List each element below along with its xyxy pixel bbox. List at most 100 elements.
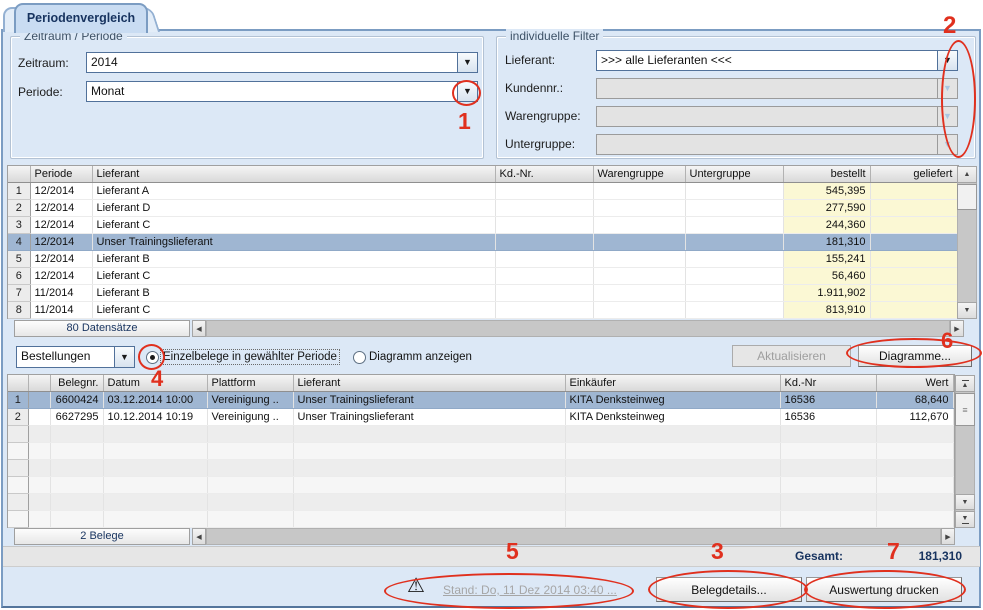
- cell-periode: 11/2014: [30, 285, 92, 302]
- tab-periodenvergleich[interactable]: Periodenvergleich: [14, 3, 148, 33]
- beleg-table-hscrollbar[interactable]: [206, 528, 941, 545]
- cell-geliefert: [870, 183, 957, 200]
- cell-wert: 68,640: [876, 392, 953, 409]
- cell-empty: [207, 426, 293, 443]
- gesamt-label: Gesamt:: [795, 549, 843, 563]
- radio-einzelbelege[interactable]: [146, 351, 159, 364]
- cell-plattform: Vereinigung ..: [207, 409, 293, 426]
- scroll-up-icon[interactable]: ▲: [957, 166, 977, 183]
- col-periode[interactable]: Periode: [30, 166, 92, 183]
- kundennr-value: [597, 79, 937, 98]
- scroll-right-icon[interactable]: ▶: [950, 320, 964, 337]
- auswertung-drucken-button[interactable]: Auswertung drucken: [806, 577, 962, 602]
- cell-sel: [28, 392, 50, 409]
- table-row-empty: [8, 511, 953, 528]
- periode-select[interactable]: Monat ▼: [86, 81, 478, 102]
- table-row[interactable]: 112/2014Lieferant A545,395: [8, 183, 957, 200]
- cell-lieferant: Lieferant C: [92, 268, 495, 285]
- cell-empty: [8, 426, 28, 443]
- col-lieferant[interactable]: Lieferant: [92, 166, 495, 183]
- lieferant-select[interactable]: >>> alle Lieferanten <<< ▼: [596, 50, 958, 71]
- cell-bestellt: 244,360: [783, 217, 870, 234]
- doc-type-select[interactable]: Bestellungen ▼: [16, 346, 135, 368]
- gesamt-value: 181,310: [898, 549, 962, 563]
- cell-kdnr: [495, 302, 593, 319]
- cell-kdnr: [495, 200, 593, 217]
- col-plattform[interactable]: Plattform: [207, 375, 293, 392]
- belegdetails-button[interactable]: Belegdetails...: [656, 577, 802, 602]
- radio-diagramm[interactable]: [353, 351, 366, 364]
- radio-diagramm-label[interactable]: Diagramm anzeigen: [367, 350, 474, 364]
- cell-sel: [28, 409, 50, 426]
- scroll-left-icon[interactable]: ◀: [192, 528, 206, 545]
- scroll-bottom-icon[interactable]: ▼: [955, 511, 975, 528]
- scroll-left-icon[interactable]: ◀: [192, 320, 206, 337]
- belege-count-badge[interactable]: 2 Belege: [14, 528, 190, 545]
- cell-untergruppe: [685, 251, 783, 268]
- cell-empty: [780, 426, 876, 443]
- col-einkaeufer[interactable]: Einkäufer: [565, 375, 780, 392]
- col-geliefert[interactable]: geliefert: [870, 166, 957, 183]
- chevron-down-icon[interactable]: ▼: [114, 347, 134, 367]
- cell-empty: [103, 477, 207, 494]
- scroll-top-icon[interactable]: ▲: [955, 375, 975, 392]
- scroll-right-icon[interactable]: ▶: [941, 528, 955, 545]
- table-row[interactable]: 2662729510.12.2014 10:19Vereinigung ..Un…: [8, 409, 953, 426]
- col-warengruppe[interactable]: Warengruppe: [593, 166, 685, 183]
- chevron-down-icon[interactable]: ▼: [457, 82, 477, 101]
- cell-geliefert: [870, 251, 957, 268]
- cell-periode: 11/2014: [30, 302, 92, 319]
- scroll-down-icon[interactable]: ▼: [955, 494, 975, 510]
- cell-einkaeufer: KITA Denksteinweg: [565, 392, 780, 409]
- period-table: Periode Lieferant Kd.-Nr. Warengruppe Un…: [7, 165, 959, 319]
- table-row[interactable]: 612/2014Lieferant C56,460: [8, 268, 957, 285]
- cell-geliefert: [870, 200, 957, 217]
- cell-empty: [876, 494, 953, 511]
- periode-value: Monat: [87, 82, 457, 101]
- diagramme-button[interactable]: Diagramme...: [858, 345, 972, 367]
- col-belegnr[interactable]: Belegnr.: [50, 375, 103, 392]
- scroll-down-icon[interactable]: ▼: [957, 302, 977, 319]
- table-row[interactable]: 1660042403.12.2014 10:00Vereinigung ..Un…: [8, 392, 953, 409]
- col-untergruppe[interactable]: Untergruppe: [685, 166, 783, 183]
- zeitraum-select[interactable]: 2014 ▼: [86, 52, 478, 73]
- cell-empty: [8, 443, 28, 460]
- table-row[interactable]: 312/2014Lieferant C244,360: [8, 217, 957, 234]
- cell-empty: [876, 426, 953, 443]
- cell-geliefert: [870, 268, 957, 285]
- cell-untergruppe: [685, 268, 783, 285]
- col-kdnr[interactable]: Kd.-Nr.: [495, 166, 593, 183]
- cell-empty: [565, 511, 780, 528]
- cell-lieferant: Unser Trainingslieferant: [92, 234, 495, 251]
- vscroll-thumb[interactable]: ≡: [955, 393, 975, 426]
- cell-lieferant: Lieferant D: [92, 200, 495, 217]
- cell-lieferant: Unser Trainingslieferant: [293, 409, 565, 426]
- cell-empty: [50, 460, 103, 477]
- cell-num: 2: [8, 200, 30, 217]
- col-wert[interactable]: Wert: [876, 375, 953, 392]
- col-lieferant[interactable]: Lieferant: [293, 375, 565, 392]
- table-row[interactable]: 412/2014Unser Trainingslieferant181,310: [8, 234, 957, 251]
- table-row[interactable]: 811/2014Lieferant C813,910: [8, 302, 957, 319]
- cell-empty: [103, 494, 207, 511]
- chevron-down-icon[interactable]: ▼: [457, 53, 477, 72]
- col-kdnr[interactable]: Kd.-Nr: [780, 375, 876, 392]
- table-row[interactable]: 212/2014Lieferant D277,590: [8, 200, 957, 217]
- cell-empty: [28, 443, 50, 460]
- table-row[interactable]: 711/2014Lieferant B1.911,902: [8, 285, 957, 302]
- cell-geliefert: [870, 217, 957, 234]
- col-bestellt[interactable]: bestellt: [783, 166, 870, 183]
- col-datum[interactable]: Datum: [103, 375, 207, 392]
- period-table-hscrollbar[interactable]: [206, 320, 950, 337]
- cell-empty: [50, 494, 103, 511]
- cell-untergruppe: [685, 302, 783, 319]
- cell-empty: [28, 477, 50, 494]
- cell-empty: [103, 443, 207, 460]
- filter-title: individuelle Filter: [506, 29, 603, 43]
- chevron-down-icon[interactable]: ▼: [937, 51, 957, 70]
- cell-periode: 12/2014: [30, 183, 92, 200]
- table-row[interactable]: 512/2014Lieferant B155,241: [8, 251, 957, 268]
- datensaetze-count-badge[interactable]: 80 Datensätze: [14, 320, 190, 337]
- radio-einzelbelege-label[interactable]: Einzelbelege in gewählter Periode: [160, 349, 340, 365]
- vscroll-thumb[interactable]: [957, 184, 977, 210]
